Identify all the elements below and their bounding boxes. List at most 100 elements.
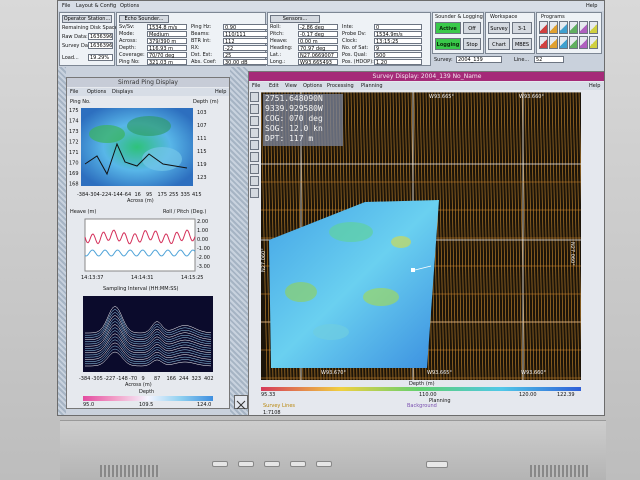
- survey-tool-icon[interactable]: [250, 176, 259, 186]
- survey-tool-icon[interactable]: [250, 164, 259, 174]
- program-tool-icon[interactable]: [579, 21, 588, 34]
- waterfall-x-label: Across (m): [125, 382, 152, 388]
- ping-right-tick: 123: [197, 175, 207, 181]
- monitor-buttons: [212, 461, 332, 469]
- survey-tool-icon[interactable]: [250, 140, 259, 150]
- program-tool-icon[interactable]: [569, 36, 578, 49]
- survey-track: [572, 92, 580, 380]
- power-button[interactable]: [426, 461, 448, 468]
- monitor-button[interactable]: [316, 461, 332, 467]
- sensor-key: No. of Sat:: [342, 45, 369, 51]
- program-tool-icon[interactable]: [559, 21, 568, 34]
- survey-menu-processing[interactable]: Processing: [327, 83, 354, 89]
- legend-survey-lines: Survey Lines: [263, 403, 296, 409]
- survey-map-view[interactable]: 2751.648090N 9339.929580W COG: 070 deg S…: [261, 92, 581, 380]
- ping-left-tick: 175: [69, 108, 79, 114]
- survey-track: [512, 92, 520, 380]
- program-tool-icon[interactable]: [589, 21, 598, 34]
- program-tool-icon[interactable]: [559, 36, 568, 49]
- survey-tool-icon[interactable]: [250, 104, 259, 114]
- line-field[interactable]: 52: [534, 56, 564, 63]
- info-cog: COG: 070 deg: [265, 114, 323, 123]
- load-label[interactable]: Load...: [62, 55, 79, 61]
- survey-track: [461, 92, 469, 380]
- compass-icon[interactable]: [234, 395, 248, 410]
- program-tool-icon[interactable]: [539, 36, 548, 49]
- monitor-button[interactable]: [290, 461, 306, 467]
- program-tool-icon[interactable]: [569, 21, 578, 34]
- ping-left-tick: 168: [69, 182, 79, 188]
- time-tick: 14:13:37: [81, 275, 103, 281]
- program-tool-icon[interactable]: [549, 36, 558, 49]
- bottom-lon-label-3: W93.660°: [521, 370, 546, 376]
- survey-display-window: Survey Display: 2004_139 No_Name File Ed…: [248, 71, 604, 415]
- ping-menu-help[interactable]: Help: [215, 89, 226, 95]
- survey-track: [440, 92, 448, 380]
- program-tool-icon[interactable]: [539, 21, 548, 34]
- survey-tool-icon[interactable]: [250, 116, 259, 126]
- ping-left-tick: 171: [69, 150, 79, 156]
- echo-param-value: 25: [223, 52, 271, 59]
- survey-menu-file[interactable]: File: [252, 83, 260, 89]
- workspace-chart-button[interactable]: Chart: [488, 38, 510, 50]
- workspace-3-1-button[interactable]: 3-1: [512, 22, 532, 34]
- echo-param-value: 110/111: [223, 31, 271, 38]
- programs-label: Programs: [541, 14, 565, 20]
- ping-menu-options[interactable]: Options: [87, 89, 106, 95]
- ping-menu-displays[interactable]: Displays: [112, 89, 133, 95]
- survey-track: [566, 92, 574, 380]
- workspace-survey-button[interactable]: Survey: [488, 22, 510, 34]
- stop-button[interactable]: Stop: [463, 38, 481, 50]
- bottom-lon-label-2: W93.665°: [427, 370, 452, 376]
- info-depth: DPT: 117 m: [265, 134, 314, 143]
- survey-tool-icon[interactable]: [250, 128, 259, 138]
- survey-track: [437, 92, 445, 380]
- survey-track: [569, 92, 577, 380]
- waterfall-x-tick: 323: [192, 376, 202, 382]
- survey-menu-planning[interactable]: Planning: [361, 83, 383, 89]
- top-lon-label-1: W93.665°: [429, 94, 454, 100]
- survey-menu-edit[interactable]: Edit: [269, 83, 279, 89]
- echo-param-value: 1534.8 m/s: [147, 24, 187, 31]
- survey-track: [503, 92, 511, 380]
- menu-help[interactable]: Help: [586, 3, 597, 9]
- survey-menu-view[interactable]: View: [285, 83, 297, 89]
- survey-menu-options[interactable]: Options: [303, 83, 322, 89]
- ping-map-feature: [142, 147, 182, 171]
- echo-param-key: Mode:: [119, 31, 135, 37]
- workspace-mbes-button[interactable]: MBES: [512, 38, 532, 50]
- depth-color-scale: [83, 396, 213, 401]
- monitor-button[interactable]: [212, 461, 228, 467]
- ping-x-tick: 335: [181, 192, 191, 198]
- monitor-button[interactable]: [264, 461, 280, 467]
- program-tool-icon[interactable]: [579, 36, 588, 49]
- sensor-value: 0: [374, 24, 422, 31]
- survey-track: [494, 92, 502, 380]
- echo-sounder-button[interactable]: Echo Sounder...: [119, 15, 169, 23]
- survey-menu-help[interactable]: Help: [589, 83, 600, 89]
- program-tool-icon[interactable]: [549, 21, 558, 34]
- survey-tool-icon[interactable]: [250, 152, 259, 162]
- active-button[interactable]: Active: [435, 22, 461, 34]
- operator-station-button[interactable]: Operator Station...: [62, 15, 112, 23]
- menu-options[interactable]: Options: [120, 3, 139, 9]
- waterfall-x-tick: 166: [167, 376, 177, 382]
- operator-panel: Operator Station... Remaining Disk Space…: [59, 12, 118, 66]
- logging-button[interactable]: Logging: [435, 38, 461, 50]
- menu-layout-config[interactable]: Layout & Config: [76, 3, 116, 9]
- survey-field[interactable]: 2004_139: [456, 56, 502, 63]
- survey-tool-icon[interactable]: [250, 92, 259, 102]
- desktop-background: [58, 67, 66, 415]
- echo-param-value: 116.93 m: [147, 45, 187, 52]
- ping-display-window: Simrad Ping Display File Options Display…: [66, 77, 230, 409]
- roll-pitch-tick: -1.00: [197, 246, 210, 252]
- program-tool-icon[interactable]: [589, 36, 598, 49]
- sensors-button[interactable]: Sensors...: [270, 15, 320, 23]
- menu-file[interactable]: File: [62, 3, 70, 9]
- line-label[interactable]: Line...: [514, 57, 529, 63]
- survey-tool-icon[interactable]: [250, 188, 259, 198]
- monitor-button[interactable]: [238, 461, 254, 467]
- echo-param-key: BTR Int:: [191, 38, 211, 44]
- off-button[interactable]: Off: [463, 22, 481, 34]
- ping-menu-file[interactable]: File: [70, 89, 78, 95]
